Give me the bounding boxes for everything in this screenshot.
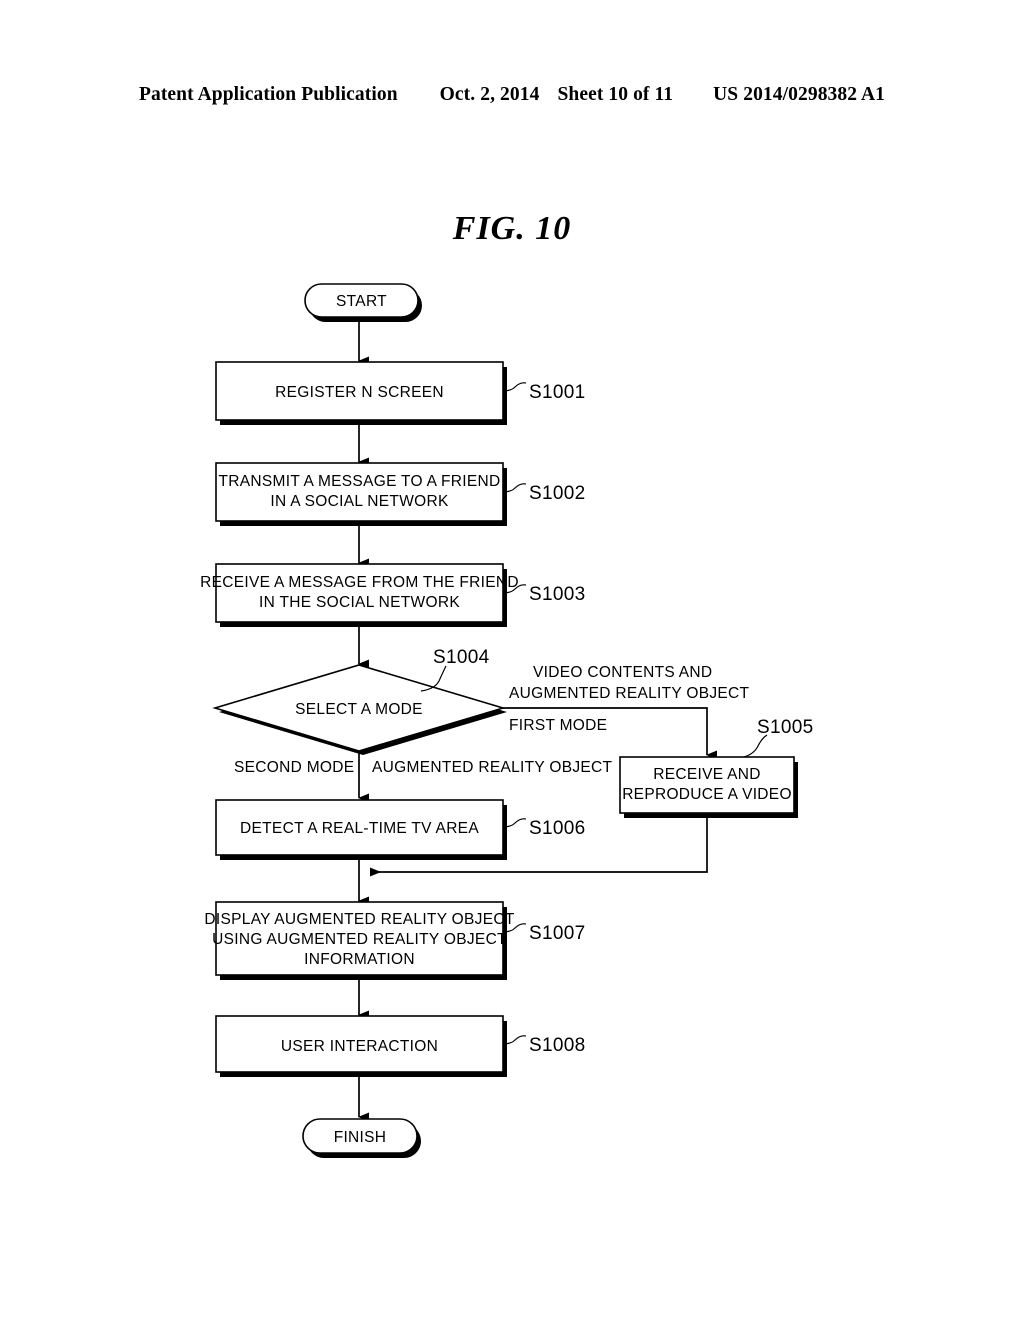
node-finish-label: FINISH (334, 1129, 387, 1146)
node-s1003-label-line1: RECEIVE A MESSAGE FROM THE FRIEND (200, 574, 519, 591)
leader-s1008: S1008 (502, 1035, 585, 1056)
node-start-label: START (336, 293, 387, 310)
node-s1007-label-line2: USING AUGMENTED REALITY OBJECT (212, 931, 507, 948)
node-s1008[interactable]: USER INTERACTION (215, 1015, 507, 1077)
node-s1008-label: USER INTERACTION (281, 1038, 438, 1055)
leader-s1002: S1002 (502, 483, 585, 504)
leader-s1004: S1004 (420, 647, 490, 692)
node-s1005-label-line2: REPRODUCE A VIDEO (622, 786, 792, 803)
node-s1007-label-line1: DISPLAY AUGMENTED REALITY OBJECT (204, 911, 514, 928)
node-s1002[interactable]: TRANSMIT A MESSAGE TO A FRIEND IN A SOCI… (215, 462, 507, 526)
node-s1001[interactable]: REGISTER N SCREEN (215, 361, 507, 425)
edge-label-second-mode: SECOND MODE (234, 759, 354, 776)
patent-sheet: Patent Application Publication Oct. 2, 2… (0, 0, 1024, 1320)
edge-label-first-mode-payload-line2: AUGMENTED REALITY OBJECT (509, 685, 750, 702)
node-s1004-label: SELECT A MODE (295, 701, 423, 718)
node-s1003-label-line2: IN THE SOCIAL NETWORK (259, 594, 460, 611)
ref-label-s1008: S1008 (529, 1035, 585, 1056)
leader-s1006: S1006 (502, 818, 585, 839)
node-s1006-label: DETECT A REAL-TIME TV AREA (240, 820, 479, 837)
flowchart-canvas: START REGISTER N SCREEN S1001 TRANSMIT A… (200, 283, 813, 1158)
leader-s1001: S1001 (502, 382, 585, 403)
edge-label-first-mode: FIRST MODE (509, 717, 607, 734)
node-s1001-label: REGISTER N SCREEN (275, 384, 444, 401)
node-s1003[interactable]: RECEIVE A MESSAGE FROM THE FRIEND IN THE… (200, 563, 519, 627)
node-finish[interactable]: FINISH (302, 1118, 421, 1158)
node-s1006[interactable]: DETECT A REAL-TIME TV AREA (215, 799, 507, 860)
ref-label-s1007: S1007 (529, 923, 585, 944)
leader-s1005: S1005 (743, 717, 813, 758)
node-s1007-label-line3: INFORMATION (304, 951, 415, 968)
node-s1007[interactable]: DISPLAY AUGMENTED REALITY OBJECT USING A… (204, 901, 515, 980)
node-s1002-label-line2: IN A SOCIAL NETWORK (270, 493, 449, 510)
node-start[interactable]: START (304, 283, 422, 322)
leader-s1007: S1007 (502, 923, 585, 944)
node-s1002-label-line1: TRANSMIT A MESSAGE TO A FRIEND (218, 473, 500, 490)
ref-label-s1003: S1003 (529, 584, 585, 605)
ref-label-s1001: S1001 (529, 382, 585, 403)
node-s1005[interactable]: RECEIVE AND REPRODUCE A VIDEO (619, 756, 798, 818)
ref-label-s1005: S1005 (757, 717, 813, 738)
ref-label-s1004: S1004 (433, 647, 490, 668)
node-s1005-label-line1: RECEIVE AND (653, 766, 761, 783)
edge-label-first-mode-payload-line1: VIDEO CONTENTS AND (533, 664, 712, 681)
ref-label-s1002: S1002 (529, 483, 585, 504)
node-s1004[interactable]: SELECT A MODE (212, 664, 507, 755)
edge-label-second-mode-payload: AUGMENTED REALITY OBJECT (372, 759, 613, 776)
ref-label-s1006: S1006 (529, 818, 585, 839)
